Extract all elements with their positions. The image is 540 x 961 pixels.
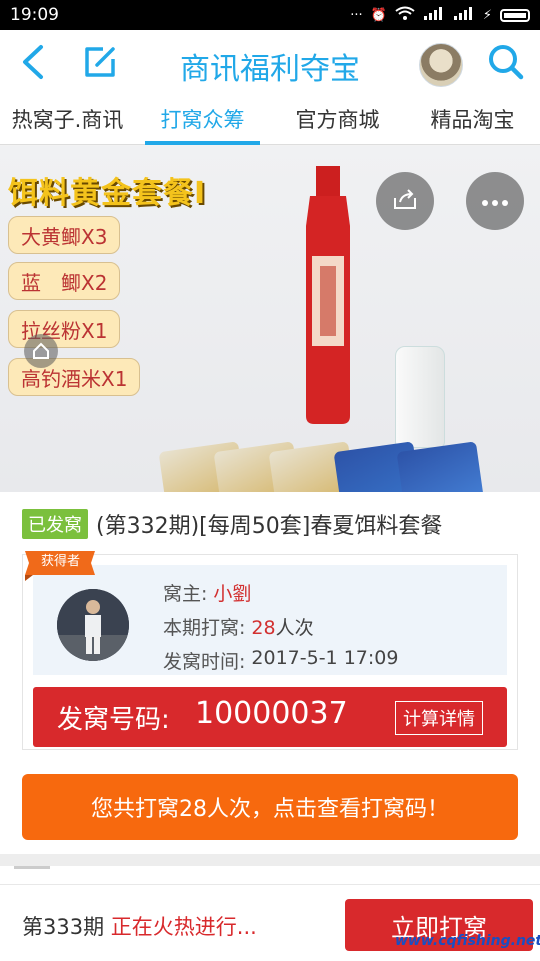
next-issue-text: 第333期 正在火热进行... (22, 911, 257, 941)
item-title: (第332期)[每周50套]春夏饵料套餐 (96, 514, 443, 539)
winner-ribbon-label: 获得者 (41, 554, 81, 569)
count-label: 本期打窝: (163, 617, 246, 639)
edit-button[interactable] (80, 44, 120, 84)
tab-crowdfunding[interactable]: 打窝众筹 (135, 98, 270, 145)
banner-item: 蓝 鲫X2 (8, 262, 121, 300)
bottom-action-bar: 第333期 正在火热进行... 立即打窝 (0, 884, 540, 961)
next-issue-number: 第333期 (22, 915, 105, 939)
count-value: 28 (251, 617, 276, 639)
owner-label: 窝主: (163, 583, 208, 605)
banner-title: 饵料黄金套餐Ⅰ (8, 176, 207, 211)
tab-bar: 热窝子.商讯 打窝众筹 官方商城 精品淘宝 (0, 98, 540, 145)
next-section-edge (0, 866, 540, 884)
more-dots-icon (481, 192, 509, 211)
item-info: 已发窝 (第332期)[每周50套]春夏饵料套餐 窝主: 小劉 本期打窝: 28… (0, 492, 540, 854)
winning-code-bar: 发窝号码: 10000037 计算详情 (33, 687, 507, 747)
count-unit: 人次 (275, 617, 314, 639)
more-dots-icon: ··· (350, 7, 363, 23)
charging-icon: ⚡ (482, 7, 492, 23)
white-bottle-image (395, 346, 445, 448)
page-title: 商讯福利夺宝 (180, 52, 360, 87)
alarm-icon: ⏰ (370, 7, 387, 23)
tab-taobao[interactable]: 精品淘宝 (405, 98, 540, 144)
search-button[interactable] (486, 44, 526, 84)
view-my-codes-button[interactable]: 您共打窝28人次，点击查看打窝码！ (22, 774, 518, 840)
status-bar: 19:09 ··· ⏰ ⚡ (0, 0, 540, 30)
tab-hot-news[interactable]: 热窝子.商讯 (0, 98, 135, 144)
wifi-icon (395, 6, 415, 24)
status-badge: 已发窝 (22, 509, 88, 539)
back-button[interactable] (14, 44, 54, 84)
product-banner[interactable]: 饵料黄金套餐Ⅰ 大黄鲫X3 蓝 鲫X2 拉丝粉X1 高钓酒米X1 (0, 146, 540, 492)
site-watermark: www.cqfishing.net (395, 933, 540, 949)
count-row: 本期打窝: 28人次 (163, 613, 314, 640)
red-bottle-image (306, 166, 350, 424)
code-label: 发窝号码: (57, 705, 170, 735)
battery-icon (500, 8, 530, 22)
time-value: 2017-5-1 17:09 (251, 647, 399, 669)
owner-row: 窝主: 小劉 (163, 579, 251, 606)
code-value: 10000037 (195, 696, 348, 731)
next-issue-status: 正在火热进行... (110, 915, 257, 939)
user-avatar[interactable] (419, 43, 463, 87)
signal-icon (423, 6, 445, 24)
winner-info-panel: 窝主: 小劉 本期打窝: 28人次 发窝时间: 2017-5-1 17:09 (33, 565, 507, 675)
search-icon (487, 43, 525, 85)
banner-item: 大黄鲫X3 (8, 216, 121, 254)
app-header: 商讯福利夺宝 (0, 30, 540, 98)
calc-details-button[interactable]: 计算详情 (395, 701, 483, 735)
time-row: 发窝时间: 2017-5-1 17:09 (163, 647, 398, 674)
status-icons: ··· ⏰ ⚡ (350, 6, 530, 24)
home-icon[interactable] (24, 334, 58, 368)
winner-avatar[interactable] (57, 589, 129, 661)
signal-icon-2 (453, 6, 475, 24)
edit-icon (83, 45, 117, 83)
back-arrow-icon (19, 44, 49, 84)
item-headline: 已发窝 (第332期)[每周50套]春夏饵料套餐 (22, 508, 442, 540)
tab-official-mall[interactable]: 官方商城 (270, 98, 405, 144)
winner-card: 窝主: 小劉 本期打窝: 28人次 发窝时间: 2017-5-1 17:09 获… (22, 551, 518, 750)
share-button[interactable] (376, 172, 434, 230)
time-label: 发窝时间: (163, 651, 246, 673)
share-icon (392, 188, 418, 214)
more-button[interactable] (466, 172, 524, 230)
status-time: 19:09 (10, 5, 59, 25)
owner-name: 小劉 (213, 583, 252, 605)
banner-item: 高钓酒米X1 (8, 358, 141, 396)
section-divider (0, 854, 540, 866)
